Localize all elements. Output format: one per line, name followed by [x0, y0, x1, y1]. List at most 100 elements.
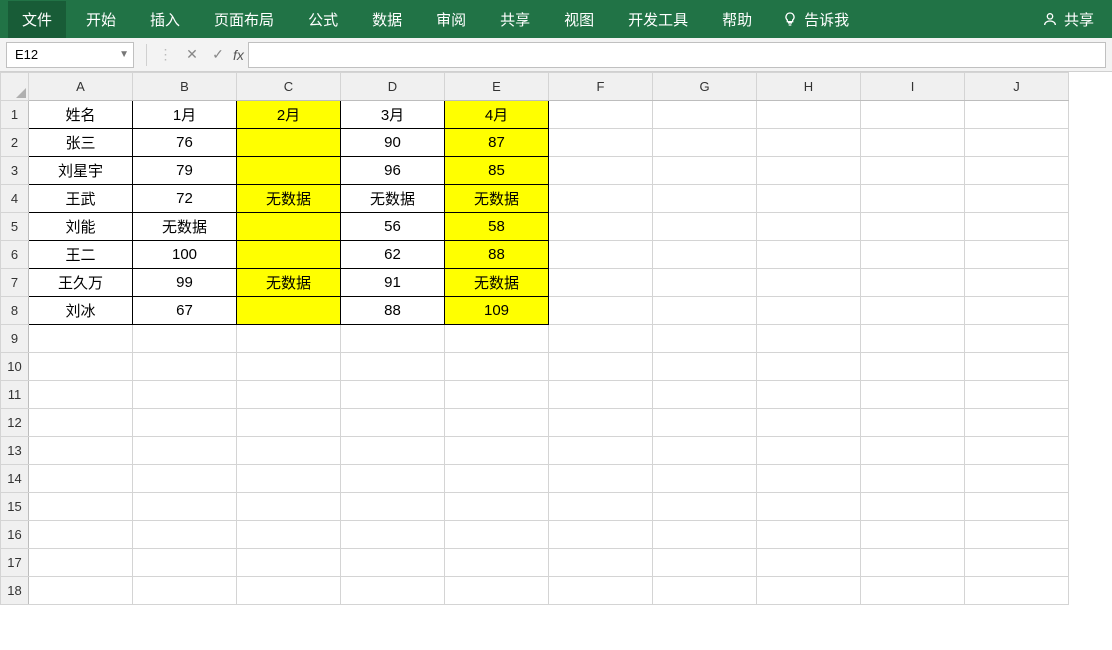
column-header[interactable]: J [965, 73, 1069, 101]
cell[interactable] [445, 493, 549, 521]
cell[interactable] [549, 269, 653, 297]
name-box[interactable]: E12 ▼ [6, 42, 134, 68]
cell[interactable] [445, 353, 549, 381]
cell[interactable] [237, 213, 341, 241]
cell[interactable] [653, 381, 757, 409]
tab-data[interactable]: 数据 [358, 1, 416, 38]
row-header[interactable]: 8 [1, 297, 29, 325]
cell[interactable] [653, 465, 757, 493]
cell[interactable] [965, 521, 1069, 549]
cell[interactable] [965, 577, 1069, 605]
cell[interactable] [237, 381, 341, 409]
cell[interactable] [549, 465, 653, 493]
row-header[interactable]: 10 [1, 353, 29, 381]
cell[interactable] [757, 577, 861, 605]
cell[interactable] [29, 353, 133, 381]
cell[interactable] [965, 325, 1069, 353]
cell[interactable] [445, 577, 549, 605]
cell[interactable] [29, 381, 133, 409]
cell[interactable]: 王武 [29, 185, 133, 213]
cell[interactable]: 无数据 [445, 185, 549, 213]
cell[interactable] [341, 493, 445, 521]
cell[interactable] [29, 577, 133, 605]
cell[interactable]: 无数据 [341, 185, 445, 213]
cell[interactable] [965, 437, 1069, 465]
column-header[interactable]: H [757, 73, 861, 101]
cell[interactable] [757, 297, 861, 325]
cell[interactable] [237, 465, 341, 493]
tab-file[interactable]: 文件 [8, 1, 66, 38]
row-header[interactable]: 17 [1, 549, 29, 577]
cell[interactable]: 99 [133, 269, 237, 297]
tab-review[interactable]: 审阅 [422, 1, 480, 38]
cell[interactable]: 85 [445, 157, 549, 185]
cell[interactable] [757, 241, 861, 269]
cell[interactable]: 2月 [237, 101, 341, 129]
cell[interactable] [341, 353, 445, 381]
cell[interactable]: 62 [341, 241, 445, 269]
cell[interactable] [653, 297, 757, 325]
cell[interactable] [133, 325, 237, 353]
cell[interactable] [757, 129, 861, 157]
column-header[interactable]: A [29, 73, 133, 101]
cell[interactable] [29, 409, 133, 437]
cell[interactable] [653, 241, 757, 269]
cell[interactable]: 无数据 [133, 213, 237, 241]
cell[interactable] [757, 409, 861, 437]
cell[interactable] [965, 297, 1069, 325]
cell[interactable] [549, 297, 653, 325]
cell[interactable] [133, 465, 237, 493]
cell[interactable] [861, 409, 965, 437]
cell[interactable]: 100 [133, 241, 237, 269]
cell[interactable] [549, 325, 653, 353]
cell[interactable] [965, 409, 1069, 437]
cell[interactable] [653, 437, 757, 465]
row-header[interactable]: 12 [1, 409, 29, 437]
cell[interactable] [965, 157, 1069, 185]
cell[interactable]: 无数据 [237, 269, 341, 297]
cell[interactable] [965, 465, 1069, 493]
cell[interactable] [341, 325, 445, 353]
tab-help[interactable]: 帮助 [708, 1, 766, 38]
cell[interactable] [965, 269, 1069, 297]
cell[interactable] [653, 521, 757, 549]
cell[interactable] [133, 549, 237, 577]
cell[interactable] [549, 241, 653, 269]
cell[interactable] [237, 297, 341, 325]
cell[interactable] [757, 521, 861, 549]
cell[interactable]: 张三 [29, 129, 133, 157]
cell[interactable] [757, 185, 861, 213]
cell[interactable] [341, 381, 445, 409]
cell[interactable] [549, 353, 653, 381]
row-header[interactable]: 13 [1, 437, 29, 465]
cell[interactable]: 1月 [133, 101, 237, 129]
cell[interactable] [341, 577, 445, 605]
cell[interactable]: 72 [133, 185, 237, 213]
cell[interactable] [861, 381, 965, 409]
cell[interactable] [861, 325, 965, 353]
row-header[interactable]: 2 [1, 129, 29, 157]
cell[interactable] [341, 409, 445, 437]
cell[interactable] [237, 157, 341, 185]
row-header[interactable]: 7 [1, 269, 29, 297]
cell[interactable] [29, 325, 133, 353]
cell[interactable] [757, 549, 861, 577]
cell[interactable] [133, 577, 237, 605]
cell[interactable]: 刘能 [29, 213, 133, 241]
cell[interactable]: 91 [341, 269, 445, 297]
cell[interactable]: 无数据 [445, 269, 549, 297]
spreadsheet-grid[interactable]: ABCDEFGHIJ1姓名1月2月3月4月2张三7690873刘星宇799685… [0, 72, 1069, 605]
cell[interactable] [653, 101, 757, 129]
tab-view[interactable]: 视图 [550, 1, 608, 38]
column-header[interactable]: B [133, 73, 237, 101]
tab-share[interactable]: 共享 [486, 1, 544, 38]
row-header[interactable]: 18 [1, 577, 29, 605]
cell[interactable] [549, 493, 653, 521]
cell[interactable] [653, 493, 757, 521]
cell[interactable] [549, 409, 653, 437]
cell[interactable] [29, 437, 133, 465]
cell[interactable] [445, 521, 549, 549]
tab-page-layout[interactable]: 页面布局 [200, 1, 288, 38]
cell[interactable] [653, 269, 757, 297]
cell[interactable] [133, 381, 237, 409]
